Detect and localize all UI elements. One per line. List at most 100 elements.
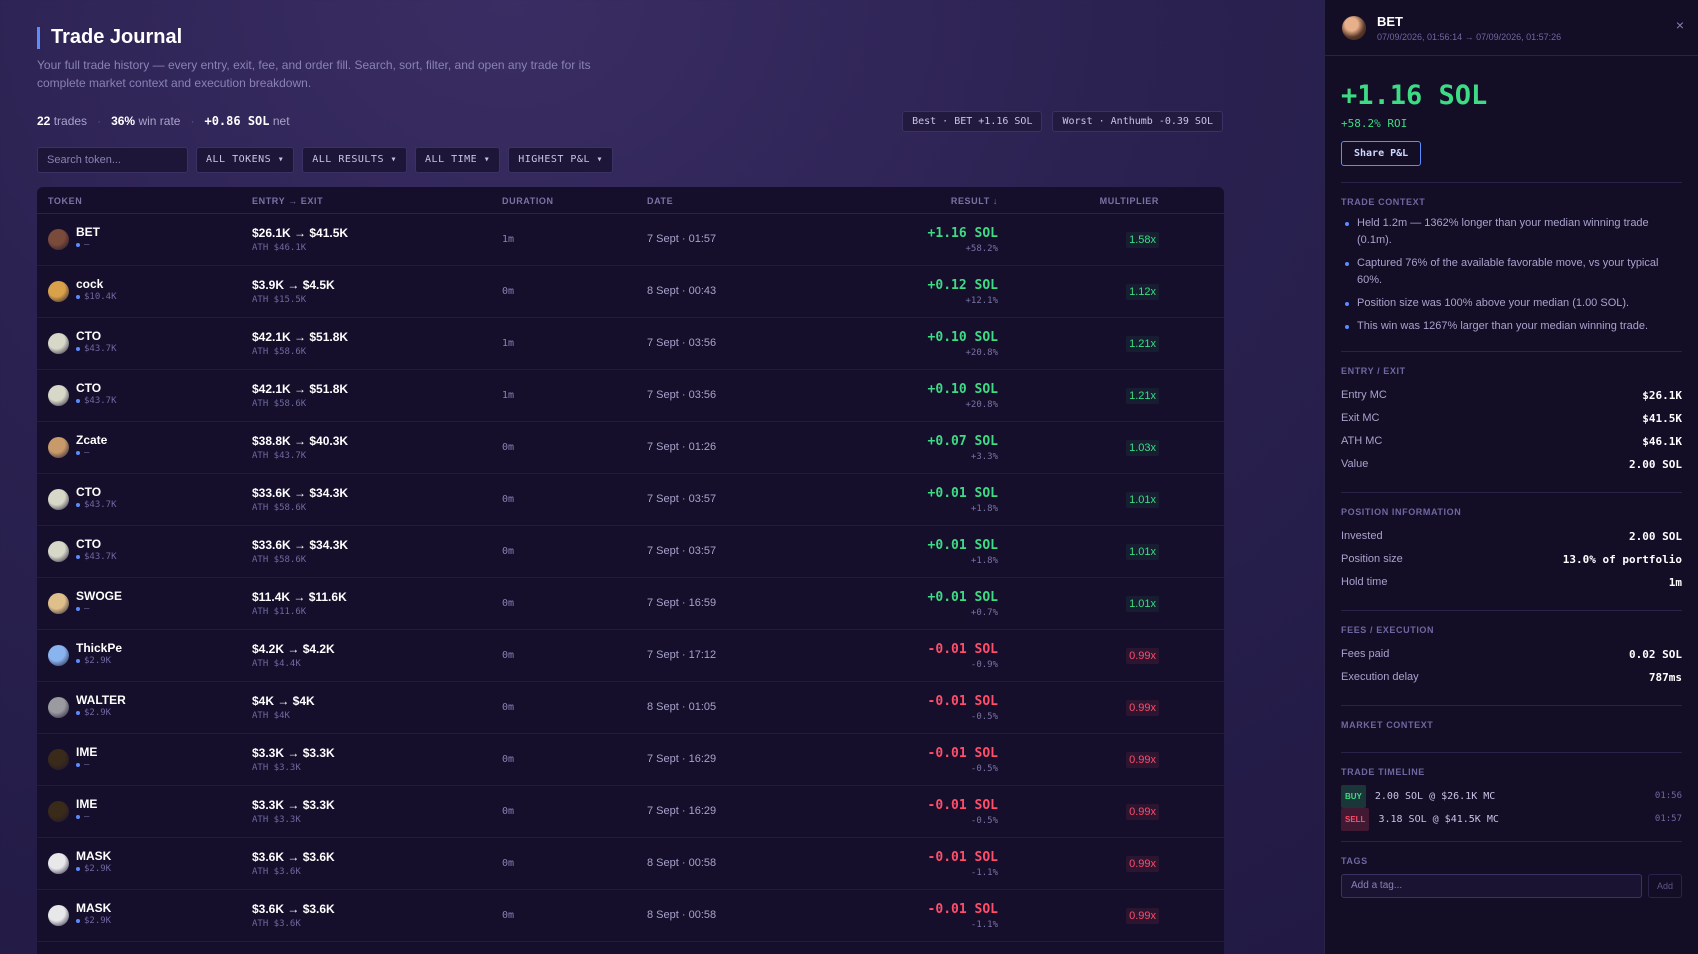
result-cell: +0.01 SOL +0.7% [928,590,998,618]
table-row[interactable]: CTO $43.7K $42.1K → $51.8K ATH $58.6K 1m… [37,318,1224,370]
col-result[interactable]: RESULT ↓ [951,196,998,206]
tag-input[interactable]: Add a tag... [1341,874,1642,898]
result-cell: +0.01 SOL +1.8% [928,538,998,566]
result-cell: +0.01 SOL +1.8% [928,486,998,514]
context-bullet: Captured 76% of the available favorable … [1341,255,1682,289]
entry-exit-cell: $33.6K → $34.3K ATH $58.6K [252,538,348,565]
token-name: MASK [76,901,112,915]
tokens-filter-dropdown[interactable]: ALL TOKENS ▾ [196,147,295,173]
token-cell: CTO $43.7K [48,329,117,354]
table-row[interactable]: CTO $43.7K $42.1K → $51.8K ATH $58.6K 1m… [37,370,1224,422]
panel-token-name: BET [1377,14,1403,29]
ath-value: ATH $58.6K [252,399,307,409]
token-name: cock [76,277,104,291]
title-accent-bar [37,26,40,49]
table-row[interactable]: Zcate — $38.8K → $40.3K ATH $43.7K 0m 7 … [37,422,1224,474]
date-cell: 7 Sept · 03:56 [647,389,717,401]
context-bullet: Held 1.2m — 1362% longer than your media… [1341,215,1682,249]
date-cell: 8 Sept · 01:05 [647,701,717,713]
ath-value: ATH $3.6K [252,867,301,877]
entry-exit-values: $4K → $4K [252,694,315,708]
multiplier-badge: 1.01x [1126,492,1159,508]
add-tag-button[interactable]: Add [1648,874,1682,898]
trade-count-stat: 22 trades [37,114,88,128]
result-pct: +20.8% [965,348,998,358]
best-worst-pills: Best · BET +1.16 SOL Worst · Anthumb -0.… [902,111,1223,132]
timeline-text: 3.18 SOL @ $41.5K MC [1378,814,1499,825]
token-mc: $43.7K [76,396,117,406]
table-row[interactable]: MASK $2.9K $3.6K → $3.6K ATH $3.6K 0m 8 … [37,890,1224,942]
table-row[interactable]: MASK $2.9K $3.6K → $3.6K ATH $3.6K 0m 8 … [37,838,1224,890]
token-avatar [48,281,69,302]
token-cell: CTO $43.7K [48,381,117,406]
result-pct: +58.2% [965,244,998,254]
token-avatar [48,593,69,614]
entry-exit-values: $11.4K → $11.6K [252,590,347,604]
token-cell: MASK $2.9K [48,901,111,926]
token-name: CTO [76,537,102,551]
search-input[interactable]: Search token... [37,147,188,173]
table-row[interactable]: SWOGE — $11.4K → $11.6K ATH $11.6K 0m 7 … [37,578,1224,630]
entry-exit-cell: $3.3K → $3.3K ATH $3.3K [252,798,335,825]
time-filter-dropdown[interactable]: ALL TIME ▾ [415,147,501,173]
results-filter-dropdown[interactable]: ALL RESULTS ▾ [302,147,408,173]
close-icon[interactable]: × [1676,17,1684,33]
token-cell: CTO $43.7K [48,537,117,562]
token-avatar [48,905,69,926]
table-row[interactable]: ThickPe $2.9K $4.2K → $4.2K ATH $4.4K 0m… [37,630,1224,682]
kv-value: 2.00 SOL [1629,530,1682,543]
token-avatar [48,385,69,406]
col-token[interactable]: TOKEN [48,196,82,206]
share-pnl-button[interactable]: Share P&L [1341,141,1422,166]
kv-value: 0.02 SOL [1629,648,1682,661]
kv-label: Exit MC [1341,412,1380,424]
table-row[interactable]: CTO $43.7K $33.6K → $34.3K ATH $58.6K 0m… [37,526,1224,578]
worst-trade-pill[interactable]: Worst · Anthumb -0.39 SOL [1052,111,1223,132]
section-title: TRADE TIMELINE [1341,767,1425,777]
result-pct: +1.8% [970,556,998,566]
entry-exit-cell: $26.1K → $41.5K ATH $46.1K [252,226,348,253]
result-cell: -0.01 SOL -0.5% [928,798,998,826]
duration-cell: 0m [502,494,515,505]
token-avatar [48,333,69,354]
page-title: Trade Journal [51,26,183,48]
token-mc: $43.7K [76,500,117,510]
trade-context-list: Held 1.2m — 1362% longer than your media… [1341,215,1682,335]
entry-exit-values: $42.1K → $51.8K [252,330,349,344]
date-cell: 7 Sept · 01:57 [647,233,717,245]
panel-trade-dates: 07/09/2026, 01:56:14 → 07/09/2026, 01:57… [1377,32,1562,42]
col-date[interactable]: DATE [647,196,673,206]
result-sol: +0.10 SOL [927,330,998,345]
best-trade-pill[interactable]: Best · BET +1.16 SOL [902,111,1043,132]
kv-value: 2.00 SOL [1629,458,1682,471]
date-cell: 7 Sept · 16:59 [647,597,717,609]
table-row[interactable]: IME — $3.3K → $3.3K ATH $3.3K 0m 7 Sept … [37,786,1224,838]
table-row[interactable]: cock $10.4K $3.9K → $4.5K ATH $15.5K 0m … [37,266,1224,318]
entry-exit-cell: $3.3K → $3.3K ATH $3.3K [252,746,335,773]
table-row[interactable]: CTO $43.7K $33.6K → $34.3K ATH $58.6K 0m… [37,474,1224,526]
entry-exit-values: $26.1K → $41.5K [252,226,349,240]
entry-exit-cell: $3.6K → $3.6K ATH $3.6K [252,850,335,877]
table-row[interactable]: IME — $3.3K → $3.3K ATH $3.3K 0m 7 Sept … [37,734,1224,786]
result-sol: -0.01 SOL [927,694,998,709]
date-cell: 7 Sept · 16:29 [647,805,717,817]
col-multiplier[interactable]: MULTIPLIER [1100,196,1159,206]
table-row[interactable]: WALTER $2.9K $4K → $4K ATH $4K 0m 8 Sept… [37,682,1224,734]
token-cell: ThickPe $2.9K [48,641,122,666]
col-entry-exit[interactable]: ENTRY → EXIT [252,196,323,206]
timeline-entry: BUY 2.00 SOL @ $26.1K MC 01:56 [1341,785,1682,808]
col-duration[interactable]: DURATION [502,196,554,206]
duration-cell: 0m [502,546,515,557]
token-cell: CTO $43.7K [48,485,117,510]
kv-label: Value [1341,458,1369,470]
token-cell: BET — [48,225,100,250]
sort-dropdown[interactable]: HIGHEST P&L ▾ [508,147,614,173]
entry-exit-values: $3.3K → $3.3K [252,746,335,760]
token-name: IME [76,797,98,811]
token-name: MASK [76,849,112,863]
duration-cell: 0m [502,702,515,713]
entry-exit-values: $3.6K → $3.6K [252,902,335,916]
table-row[interactable]: BET — $26.1K → $41.5K ATH $46.1K 1m 7 Se… [37,214,1224,266]
result-cell: -0.01 SOL -0.9% [928,642,998,670]
entry-exit-cell: $4.2K → $4.2K ATH $4.4K [252,642,335,669]
